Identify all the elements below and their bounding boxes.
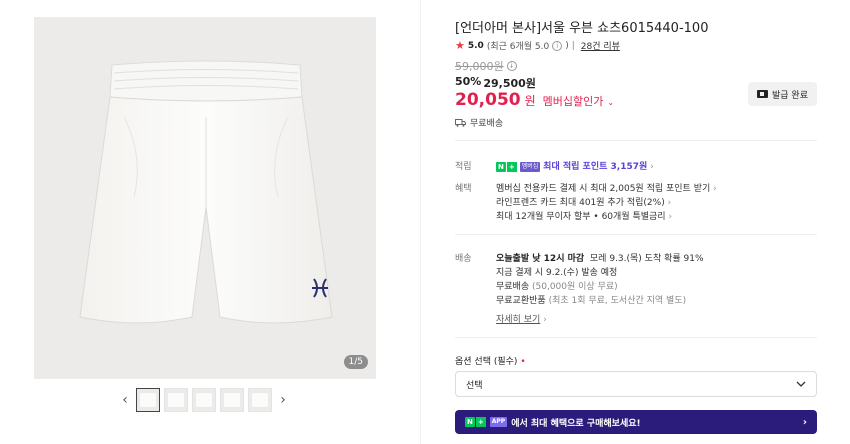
rating-note: (최근 6개월 5.0 [486, 42, 550, 52]
free-shipping: 무료배송 [455, 116, 503, 129]
image-counter: 1/5 [343, 355, 368, 369]
section-divider [455, 337, 817, 338]
original-price: 59,000원 i [455, 58, 517, 74]
delivery-free-return: 무료교환반품 (최초 1회 무료, 도서산간 지역 별도) [496, 296, 687, 306]
points-label: 적립 [455, 162, 472, 172]
card-benefits-label: 혜택 [455, 184, 472, 194]
card-benefit-item[interactable]: 멤버십 전용카드 결제 시 최대 2,005원 적립 포인트 받기 › [496, 181, 717, 194]
thumbnail-item[interactable] [248, 388, 272, 412]
thumbnail-item[interactable] [136, 388, 160, 412]
chevron-right-icon: › [802, 416, 807, 428]
free-shipping-text: 무료배송 [470, 119, 504, 129]
delivery-free-shipping: 무료배송 (50,000원 이상 무료) [496, 282, 618, 292]
truck-icon [455, 118, 466, 127]
thumbnail-item[interactable] [192, 388, 216, 412]
app-promo-banner[interactable]: N + APP 에서 최대 혜택으로 구매해보세요! › [455, 410, 817, 434]
coupon-button-label: 발급 완료 [772, 90, 808, 101]
chevron-right-icon: › [667, 198, 672, 208]
delivery-today: 오늘출발 낮 12시 마감 모레 9.3.(목) 도착 확률 91% [496, 254, 704, 264]
sale-price-row: 50% 29,500원 [455, 75, 536, 91]
separator: | [571, 40, 575, 51]
delivery-detail-link[interactable]: 자세히 보기 › [496, 312, 547, 325]
card-benefit-item[interactable]: 최대 12개월 무이자 할부 • 60개월 특별금리 › [496, 209, 672, 222]
info-icon[interactable]: i [506, 61, 517, 71]
product-title: [언더아머 본사]서울 우븐 쇼츠6015440-100 [455, 21, 709, 36]
thumbnail-item[interactable] [220, 388, 244, 412]
chevron-down-icon [796, 381, 806, 387]
naver-plus-badge: N + [465, 417, 486, 427]
thumbnail-strip: ‹ › [118, 388, 290, 412]
info-icon[interactable]: i [552, 40, 563, 51]
card-benefit-item[interactable]: 라인프렌즈 카드 최대 401원 추가 적립(2%) › [496, 195, 671, 208]
chevron-right-icon: › [650, 162, 654, 172]
chevron-right-icon: › [543, 315, 547, 325]
original-price-value: 59,000원 [455, 60, 504, 73]
rating-row: ★ 5.0 (최근 6개월 5.0 i) | 28건 리뷰 [455, 39, 620, 52]
discount-rate: 50% [455, 75, 482, 88]
sale-price: 29,500원 [483, 77, 536, 90]
rating-note-close: ) [565, 40, 569, 51]
coupon-icon [757, 90, 768, 98]
member-price-unit: 원 [524, 94, 536, 108]
chevron-right-icon[interactable]: › [276, 388, 290, 412]
star-icon: ★ [455, 39, 465, 52]
banner-text: 에서 최대 혜택으로 구매해보세요! [511, 418, 641, 429]
option-select[interactable]: 선택 [455, 371, 817, 397]
chevron-down-icon[interactable]: ⌄ [607, 98, 614, 107]
shorts-image [79, 60, 333, 324]
chevron-left-icon[interactable]: ‹ [118, 388, 132, 412]
thumbnail-item[interactable] [164, 388, 188, 412]
delivery-label: 배송 [455, 254, 472, 264]
chevron-right-icon: › [713, 184, 717, 194]
chevron-right-icon: › [668, 212, 673, 222]
option-select-value: 선택 [466, 380, 483, 391]
member-price-label[interactable]: 멤버십할인가 [543, 93, 604, 109]
product-main-image[interactable]: 1/5 [34, 17, 376, 379]
review-link[interactable]: 28건 리뷰 [581, 39, 620, 52]
naver-plus-badge: N + 멤버십 [496, 161, 541, 172]
member-price: 20,050 [455, 90, 521, 110]
points-text: 최대 적립 포인트 3,157원 [543, 162, 648, 172]
points-row[interactable]: N + 멤버십 최대 적립 포인트 3,157원 › [496, 159, 654, 172]
required-mark: • [520, 357, 526, 367]
delivery-ship-date: 지금 결제 시 9.2.(수) 발송 예정 [496, 268, 618, 278]
app-badge: APP [489, 417, 508, 427]
rating-score: 5.0 [467, 40, 484, 51]
section-divider [455, 140, 817, 141]
column-divider [420, 0, 421, 444]
coupon-button[interactable]: 발급 완료 [748, 82, 817, 106]
member-price-row: 20,050 원 멤버십할인가 ⌄ [455, 90, 614, 110]
section-divider [455, 234, 817, 235]
option-label: 옵션 선택 (필수) • [455, 357, 526, 367]
